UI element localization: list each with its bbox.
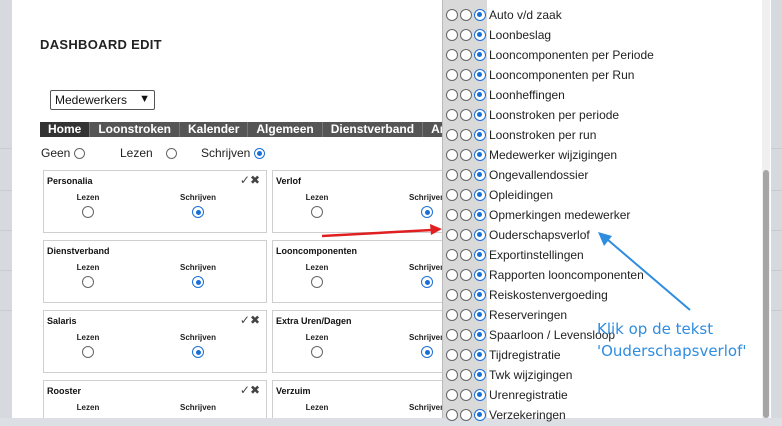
annotation-line-1: Klik op de tekst xyxy=(597,320,714,338)
annotation-line-2: 'Ouderschapsverlof' xyxy=(597,342,747,360)
instruction-annotation: Klik op de tekst 'Ouderschapsverlof' xyxy=(597,318,746,362)
blue-arrow-line xyxy=(607,239,691,311)
blue-arrow-head xyxy=(598,232,612,246)
red-arrow-line xyxy=(321,228,433,238)
red-arrow-head xyxy=(430,224,442,235)
